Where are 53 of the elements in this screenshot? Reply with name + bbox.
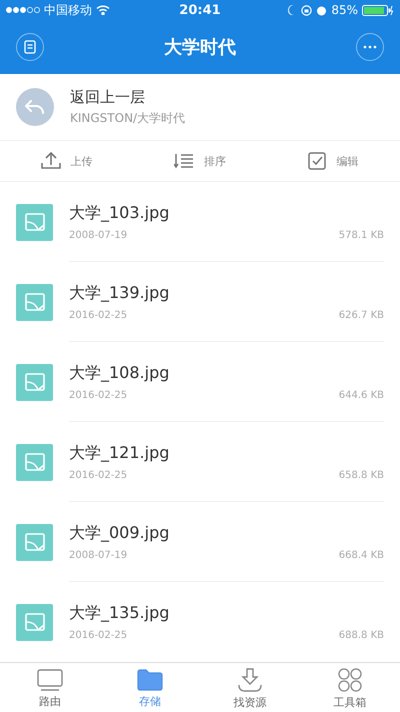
more-icon — [363, 45, 377, 49]
file-date: 2016-02-25 — [69, 390, 128, 400]
download-icon — [238, 668, 262, 692]
image-file-icon — [16, 524, 53, 560]
more-button[interactable] — [356, 33, 384, 61]
list-button[interactable] — [16, 33, 44, 61]
battery-icon — [362, 4, 394, 16]
sort-icon — [174, 153, 194, 169]
file-name[interactable]: 大学_108.jpg — [69, 362, 384, 384]
image-file-icon — [16, 364, 53, 400]
file-size: 626.7 KB — [338, 310, 384, 320]
file-size: 658.8 KB — [338, 470, 384, 480]
monitor-icon — [37, 669, 63, 691]
file-size: 578.1 KB — [338, 230, 384, 240]
file-name[interactable]: 大学_103.jpg — [69, 202, 384, 224]
upload-button[interactable]: 上传 — [0, 141, 134, 181]
image-file-icon — [16, 444, 53, 480]
four-circles-icon — [338, 668, 362, 692]
window-title: 大学时代 — [164, 36, 236, 59]
folder-path: KINGSTON/大学时代 — [70, 110, 186, 126]
clock-time: 20:41 — [178, 2, 222, 18]
image-file-icon — [16, 284, 53, 320]
file-size: 688.8 KB — [338, 630, 384, 641]
rotation-lock-icon — [301, 4, 312, 16]
file-size: 668.4 KB — [338, 550, 384, 560]
file-name[interactable]: 大学_121.jpg — [69, 442, 384, 464]
tab-bar-item[interactable]: 找资源 — [200, 663, 300, 712]
file-name[interactable]: 大学_009.jpg — [69, 522, 384, 544]
tab-bar-item[interactable]: 工具箱 — [300, 663, 400, 712]
file-size: 644.6 KB — [338, 390, 384, 400]
tab-bar-item[interactable]: 路由 — [0, 663, 100, 712]
folder-icon — [137, 669, 163, 691]
file-name[interactable]: 大学_135.jpg — [69, 603, 384, 624]
sort-button[interactable]: 排序 — [133, 141, 267, 181]
document-icon — [24, 40, 36, 54]
upload-icon — [40, 152, 61, 170]
file-date: 2008-07-19 — [69, 230, 128, 240]
file-date: 2016-02-25 — [69, 630, 128, 641]
file-date: 2016-02-25 — [69, 470, 128, 480]
battery-percent: 85% — [331, 3, 358, 17]
file-date: 2016-02-25 — [69, 310, 128, 320]
back-button[interactable] — [16, 88, 54, 126]
wifi-icon — [96, 5, 110, 15]
image-file-icon — [16, 204, 53, 240]
file-date: 2008-07-19 — [69, 550, 128, 560]
signal-icon — [6, 7, 40, 13]
checkbox-icon — [308, 152, 326, 170]
image-file-icon — [16, 604, 53, 640]
parent-folder-label[interactable]: 返回上一层 — [70, 88, 186, 106]
back-arrow-icon — [25, 100, 45, 114]
carrier-name: 中国移动 — [44, 2, 92, 18]
file-name[interactable]: 大学_139.jpg — [69, 282, 384, 304]
edit-button[interactable]: 编辑 — [266, 141, 400, 181]
